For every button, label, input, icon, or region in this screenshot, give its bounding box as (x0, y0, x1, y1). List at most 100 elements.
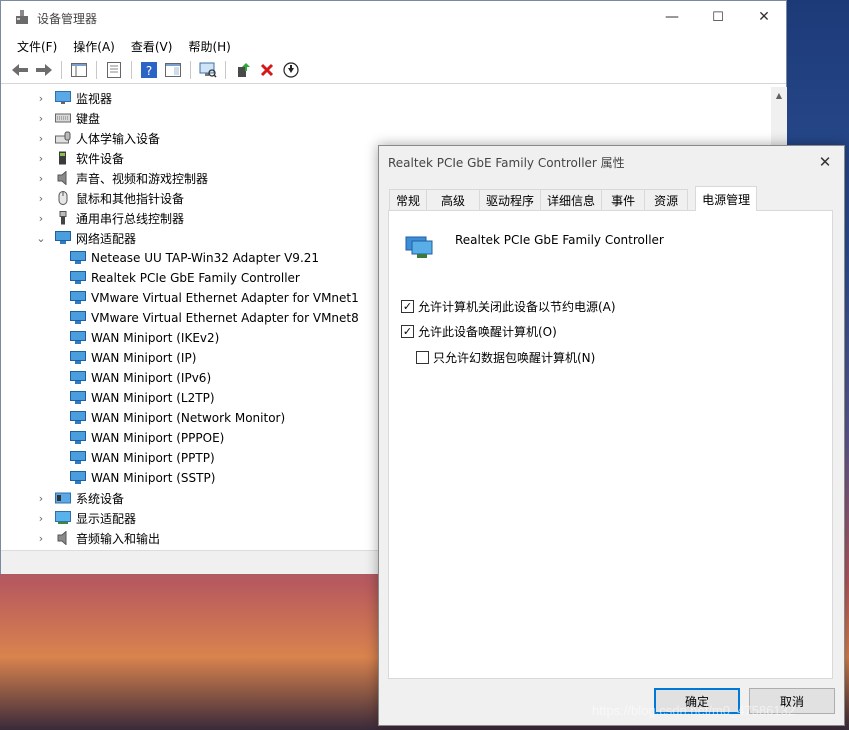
dialog-close-button[interactable]: ✕ (814, 151, 836, 173)
update-driver-button[interactable] (232, 59, 254, 81)
tab-events[interactable]: 事件 (601, 189, 646, 211)
magic-packet-only-option[interactable]: 只允许幻数据包唤醒计算机(N) (416, 349, 595, 366)
properties-button[interactable] (103, 59, 125, 81)
disable-device-button[interactable] (280, 59, 302, 81)
network-adapter-icon (70, 271, 86, 284)
network-adapter-item[interactable]: WAN Miniport (IKEv2) (70, 328, 219, 348)
network-adapter-item[interactable]: WAN Miniport (Network Monitor) (70, 408, 285, 428)
arrow-right-icon (36, 64, 52, 76)
tab-resources[interactable]: 资源 (644, 189, 689, 211)
tab-driver[interactable]: 驱动程序 (479, 189, 542, 211)
network-adapter-item[interactable]: WAN Miniport (IP) (70, 348, 196, 368)
network-adapter-item[interactable]: Realtek PCIe GbE Family Controller (70, 268, 300, 288)
monitor-scan-icon (199, 62, 217, 78)
toolbar-separator (61, 61, 62, 79)
dialog-title: Realtek PCIe GbE Family Controller 属性 (388, 156, 625, 170)
scan-hardware-button[interactable] (197, 59, 219, 81)
tree-item-network-adapters[interactable]: ⌄ 网络适配器 (35, 228, 136, 248)
network-adapter-item[interactable]: VMware Virtual Ethernet Adapter for VMne… (70, 308, 359, 328)
device-name: Realtek PCIe GbE Family Controller (455, 233, 664, 247)
allow-wake-label: 允许此设备唤醒计算机(O) (418, 325, 557, 339)
chevron-down-icon[interactable]: ⌄ (35, 232, 47, 245)
forward-button[interactable] (33, 59, 55, 81)
tree-item-monitors[interactable]: › 监视器 (35, 88, 112, 108)
speaker-icon (57, 171, 67, 185)
usb-icon (59, 211, 67, 225)
tree-item-label: 网络适配器 (76, 231, 137, 246)
tree-item-label: 人体学输入设备 (76, 131, 161, 146)
network-adapter-item[interactable]: WAN Miniport (L2TP) (70, 388, 215, 408)
scroll-up-arrow-icon[interactable]: ▲ (771, 87, 787, 103)
network-adapter-label: Realtek PCIe GbE Family Controller (91, 271, 300, 285)
chevron-right-icon[interactable]: › (35, 112, 47, 125)
close-button[interactable]: ✕ (741, 1, 787, 33)
maximize-button[interactable]: ☐ (695, 1, 741, 33)
update-driver-icon (238, 63, 250, 77)
tree-item-system-devices[interactable]: › 系统设备 (35, 488, 124, 508)
tree-item-display-adapters[interactable]: › 显示适配器 (35, 508, 136, 528)
tab-general[interactable]: 常规 (389, 189, 428, 211)
menu-help[interactable]: 帮助(H) (180, 38, 238, 55)
tree-item-usb-controllers[interactable]: › 通用串行总线控制器 (35, 208, 184, 228)
back-button[interactable] (9, 59, 31, 81)
network-adapter-icon (70, 471, 86, 484)
uninstall-device-button[interactable] (256, 59, 278, 81)
software-device-icon (59, 151, 66, 165)
allow-power-off-option[interactable]: ✓ 允许计算机关闭此设备以节约电源(A) (401, 298, 616, 315)
menu-view[interactable]: 查看(V) (123, 38, 181, 55)
tab-details[interactable]: 详细信息 (540, 189, 603, 211)
menu-bar: 文件(F) 操作(A) 查看(V) 帮助(H) (1, 35, 786, 57)
tree-item-keyboards[interactable]: › 键盘 (35, 108, 100, 128)
network-adapter-icon (70, 411, 86, 424)
allow-power-off-checkbox[interactable]: ✓ (401, 300, 414, 313)
chevron-right-icon[interactable]: › (35, 152, 47, 165)
chevron-right-icon[interactable]: › (35, 512, 47, 525)
down-arrow-circle-icon (283, 62, 299, 78)
menu-file[interactable]: 文件(F) (9, 38, 65, 55)
tree-item-audio-io[interactable]: › 音频输入和输出 (35, 528, 160, 548)
show-hide-console-tree-button[interactable] (68, 59, 90, 81)
toolbar: ? (1, 57, 786, 84)
power-management-panel: Realtek PCIe GbE Family Controller ✓ 允许计… (388, 210, 833, 679)
minimize-button[interactable]: — (649, 1, 695, 33)
network-adapter-item[interactable]: WAN Miniport (SSTP) (70, 468, 215, 488)
network-adapter-item[interactable]: WAN Miniport (IPv6) (70, 368, 211, 388)
tree-item-label: 软件设备 (76, 151, 125, 166)
magic-packet-only-checkbox[interactable] (416, 351, 429, 364)
help-button[interactable]: ? (138, 59, 160, 81)
network-adapter-label: WAN Miniport (Network Monitor) (91, 411, 286, 425)
network-adapter-item[interactable]: VMware Virtual Ethernet Adapter for VMne… (70, 288, 359, 308)
red-x-icon (260, 63, 274, 77)
tab-advanced[interactable]: 高级 (426, 189, 481, 211)
chevron-right-icon[interactable]: › (35, 492, 47, 505)
allow-wake-option[interactable]: ✓ 允许此设备唤醒计算机(O) (401, 323, 557, 340)
network-adapter-icon (70, 391, 86, 404)
chevron-right-icon[interactable]: › (35, 212, 47, 225)
tree-item-hid[interactable]: › 人体学输入设备 (35, 128, 160, 148)
chevron-right-icon[interactable]: › (35, 92, 47, 105)
chevron-right-icon[interactable]: › (35, 172, 47, 185)
network-adapter-item[interactable]: Netease UU TAP-Win32 Adapter V9.21 (70, 248, 319, 268)
network-adapter-label: WAN Miniport (PPTP) (91, 451, 215, 465)
tree-item-label: 显示适配器 (76, 511, 137, 526)
network-adapter-label: Netease UU TAP-Win32 Adapter V9.21 (91, 251, 320, 265)
chevron-right-icon[interactable]: › (35, 192, 47, 205)
network-adapter-item[interactable]: WAN Miniport (PPPOE) (70, 428, 224, 448)
network-adapter-icon (70, 431, 86, 444)
network-adapter-label: WAN Miniport (L2TP) (91, 391, 215, 405)
tab-power-management[interactable]: 电源管理 (695, 186, 758, 211)
toolbar-separator (131, 61, 132, 79)
network-adapter-item[interactable]: WAN Miniport (PPTP) (70, 448, 215, 468)
action-pane-button[interactable] (162, 59, 184, 81)
network-adapter-label: WAN Miniport (IPv6) (91, 371, 212, 385)
tree-item-mice[interactable]: › 鼠标和其他指针设备 (35, 188, 184, 208)
tree-item-label: 鼠标和其他指针设备 (76, 191, 185, 206)
tree-item-label: 音频输入和输出 (76, 531, 161, 546)
chevron-right-icon[interactable]: › (35, 532, 47, 545)
tree-item-software-devices[interactable]: › 软件设备 (35, 148, 124, 168)
tree-item-sound-video-game[interactable]: › 声音、视频和游戏控制器 (35, 168, 208, 188)
chevron-right-icon[interactable]: › (35, 132, 47, 145)
menu-action[interactable]: 操作(A) (65, 38, 123, 55)
help-icon: ? (141, 62, 157, 78)
allow-wake-checkbox[interactable]: ✓ (401, 325, 414, 338)
